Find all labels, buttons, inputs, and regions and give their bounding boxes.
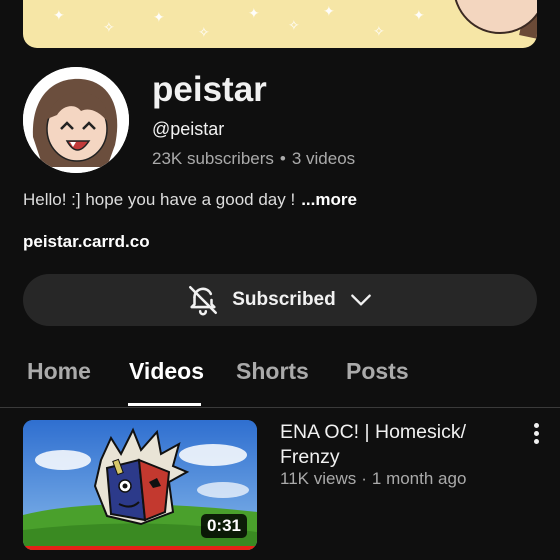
sparkle-icon: ✧ xyxy=(103,19,115,35)
more-options-icon[interactable] xyxy=(526,423,546,445)
more-link[interactable]: ...more xyxy=(301,190,357,210)
meta-separator: · xyxy=(361,469,367,488)
subscriber-count: 23K subscribers xyxy=(152,149,274,168)
video-thumbnail[interactable]: 0:31 xyxy=(23,420,257,550)
tab-posts[interactable]: Posts xyxy=(346,358,409,385)
video-count: 3 videos xyxy=(291,149,356,168)
subscribed-button[interactable]: Subscribed xyxy=(23,274,537,326)
description-text: Hello! :] hope you have a good day ! xyxy=(23,190,296,209)
sparkle-icon: ✧ xyxy=(373,23,385,39)
sparkle-icon: ✧ xyxy=(288,17,300,33)
bell-off-icon xyxy=(186,283,220,317)
active-tab-indicator xyxy=(128,403,201,406)
channel-name: peistar xyxy=(152,70,267,109)
chevron-down-icon xyxy=(348,287,374,313)
sparkle-icon: ✧ xyxy=(198,24,210,40)
stats-separator: • xyxy=(279,149,286,168)
tab-home[interactable]: Home xyxy=(27,358,91,385)
video-age: 1 month ago xyxy=(371,469,467,488)
video-duration: 0:31 xyxy=(200,514,247,538)
sparkle-icon: ✦ xyxy=(248,5,260,21)
video-title[interactable]: ENA OC! | Homesick/ Frenzy xyxy=(280,420,500,470)
channel-description[interactable]: Hello! :] hope you have a good day ! ...… xyxy=(23,190,357,210)
channel-avatar[interactable] xyxy=(23,67,129,173)
tab-shorts[interactable]: Shorts xyxy=(236,358,309,385)
sparkle-icon: ✦ xyxy=(323,3,335,19)
sparkle-icon: ✦ xyxy=(413,7,425,23)
subscribed-label: Subscribed xyxy=(232,289,336,310)
channel-link[interactable]: peistar.carrd.co xyxy=(23,232,150,252)
video-meta: 11K views · 1 month ago xyxy=(280,469,466,489)
sparkle-icon: ✦ xyxy=(53,7,65,23)
channel-stats: 23K subscribers • 3 videos xyxy=(152,149,355,169)
video-views: 11K views xyxy=(280,469,357,488)
tab-videos[interactable]: Videos xyxy=(129,358,204,385)
watch-progress-bar xyxy=(23,546,257,550)
channel-banner: ✦ ✧ ✦ ✧ ✦ ✧ ✦ ✧ ✦ xyxy=(23,0,537,48)
channel-handle: @peistar xyxy=(152,119,225,139)
tabs-divider xyxy=(0,407,560,408)
sparkle-icon: ✦ xyxy=(153,9,165,25)
channel-tabs: Home Videos Shorts Posts xyxy=(0,350,560,408)
